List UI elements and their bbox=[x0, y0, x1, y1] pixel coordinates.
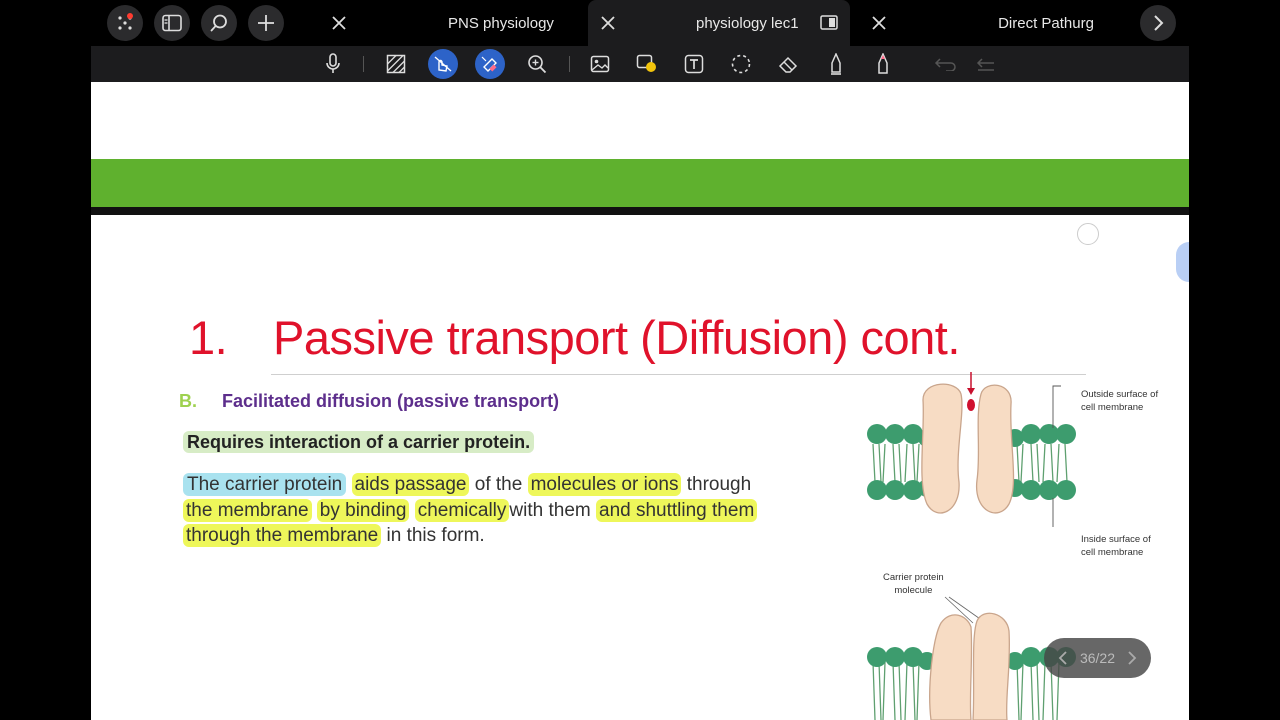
highlighter-button[interactable] bbox=[475, 49, 505, 79]
microphone-icon bbox=[326, 53, 340, 73]
highlight-blue: The carrier protein bbox=[183, 473, 347, 496]
plain-text: with them bbox=[509, 500, 591, 521]
section-title: Facilitated diffusion (passive transport… bbox=[222, 391, 560, 411]
split-view-icon[interactable] bbox=[820, 15, 838, 30]
paragraph-line-3: through the membrane in this form. bbox=[183, 524, 863, 547]
tab-physiology-lec1[interactable]: physiology lec1 bbox=[588, 0, 850, 46]
close-tab-1-icon[interactable] bbox=[329, 13, 349, 33]
highlight-yellow: the membrane bbox=[183, 499, 312, 522]
sidebar-button[interactable] bbox=[154, 5, 190, 41]
section-letter: B. bbox=[179, 391, 197, 411]
requirement-text: Requires interaction of a carrier protei… bbox=[183, 431, 535, 453]
highlight-green: Requires interaction of a carrier protei… bbox=[183, 431, 535, 453]
hatch-select-icon bbox=[386, 54, 406, 74]
search-icon bbox=[210, 14, 227, 32]
pencil-icon bbox=[878, 53, 888, 74]
next-tabs-button[interactable] bbox=[1140, 5, 1176, 41]
lasso-button[interactable] bbox=[726, 49, 756, 79]
pen-button[interactable] bbox=[821, 49, 851, 79]
chevron-left-icon[interactable] bbox=[1058, 651, 1068, 665]
highlight-yellow: molecules or ions bbox=[527, 473, 682, 496]
outside-surface-label: Outside surface of cell membrane bbox=[1081, 389, 1159, 413]
title-text: Passive transport (Diffusion) cont. bbox=[273, 311, 960, 364]
plain-text: of the bbox=[474, 474, 523, 495]
tab-label: Direct Pathurg bbox=[998, 14, 1094, 32]
microphone-button[interactable] bbox=[318, 49, 348, 79]
title-number: 1. bbox=[189, 311, 228, 364]
image-button[interactable] bbox=[585, 49, 615, 79]
highlight-yellow: by binding bbox=[316, 499, 410, 522]
slide-header-band bbox=[91, 159, 1189, 209]
redo-icon bbox=[976, 58, 994, 71]
paragraph-line-1: The carrier protein aids passage of the … bbox=[183, 473, 863, 496]
carrier-protein-diagram-1 bbox=[867, 372, 1076, 527]
chevron-right-icon bbox=[1154, 15, 1164, 31]
undo-button[interactable] bbox=[931, 49, 961, 79]
toolbar-divider bbox=[363, 56, 364, 72]
lasso-icon bbox=[731, 54, 751, 74]
close-tab-3-icon[interactable] bbox=[869, 13, 889, 33]
tab-label: PNS physiology bbox=[448, 14, 554, 32]
slide-title: 1. Passive transport (Diffusion) cont. bbox=[189, 310, 960, 365]
eraser-icon bbox=[778, 56, 798, 73]
highlight-yellow: aids passage bbox=[351, 473, 470, 496]
paragraph-line-2: the membrane by binding chemically with t… bbox=[183, 499, 863, 522]
text-box-button[interactable] bbox=[679, 49, 709, 79]
pen-icon bbox=[831, 53, 841, 75]
app-menu-button[interactable] bbox=[107, 5, 143, 41]
phospholipid-bilayer bbox=[867, 424, 1076, 500]
chevron-right-icon[interactable] bbox=[1127, 651, 1137, 665]
image-icon bbox=[590, 55, 610, 73]
plain-text: through bbox=[686, 474, 752, 495]
page-number: 36/22 bbox=[1079, 650, 1116, 666]
highlight-yellow: through the membrane bbox=[183, 524, 382, 547]
inside-surface-label: Inside surface of cell membrane bbox=[1081, 534, 1151, 558]
shape-icon bbox=[636, 54, 656, 72]
tab-label: physiology lec1 bbox=[696, 14, 799, 32]
select-area-button[interactable] bbox=[381, 49, 411, 79]
touch-pen-icon bbox=[434, 56, 452, 72]
undo-icon bbox=[934, 58, 956, 71]
plus-icon bbox=[258, 15, 274, 31]
pencil-button[interactable] bbox=[868, 49, 898, 79]
slide-divider-band bbox=[91, 207, 1189, 215]
redo-button[interactable] bbox=[971, 49, 1001, 79]
annotation-toolbar bbox=[91, 46, 1189, 82]
document-page: 1. Passive transport (Diffusion) cont. B.… bbox=[91, 82, 1189, 720]
page-marker-icon[interactable] bbox=[1077, 223, 1099, 245]
eraser-button[interactable] bbox=[773, 49, 803, 79]
highlight-yellow: chemically bbox=[414, 499, 510, 522]
sidebar-icon bbox=[162, 14, 182, 32]
new-tab-button[interactable] bbox=[248, 5, 284, 41]
molecule-icon bbox=[967, 399, 975, 411]
toolbar-divider bbox=[569, 56, 570, 72]
touch-pen-button[interactable] bbox=[428, 49, 458, 79]
highlighter-icon bbox=[481, 56, 497, 72]
zoom-icon bbox=[528, 55, 547, 74]
tab-bar: PNS physiology physiology lec1 Direct Pa… bbox=[91, 0, 1189, 46]
close-tab-2-icon[interactable] bbox=[598, 13, 618, 33]
tab-direct-pathurg[interactable]: Direct Pathurg bbox=[981, 0, 1111, 46]
shape-button[interactable] bbox=[632, 49, 662, 79]
notification-dot bbox=[127, 13, 133, 19]
text-box-icon bbox=[684, 54, 704, 74]
plain-text: in this form. bbox=[386, 525, 485, 546]
zoom-button[interactable] bbox=[522, 49, 552, 79]
scroll-handle[interactable] bbox=[1176, 242, 1189, 282]
highlight-yellow: and shuttling them bbox=[596, 499, 758, 522]
page-navigator: 36/22 bbox=[1044, 638, 1151, 678]
tab-pns-physiology[interactable]: PNS physiology bbox=[381, 0, 621, 46]
search-button[interactable] bbox=[201, 5, 237, 41]
